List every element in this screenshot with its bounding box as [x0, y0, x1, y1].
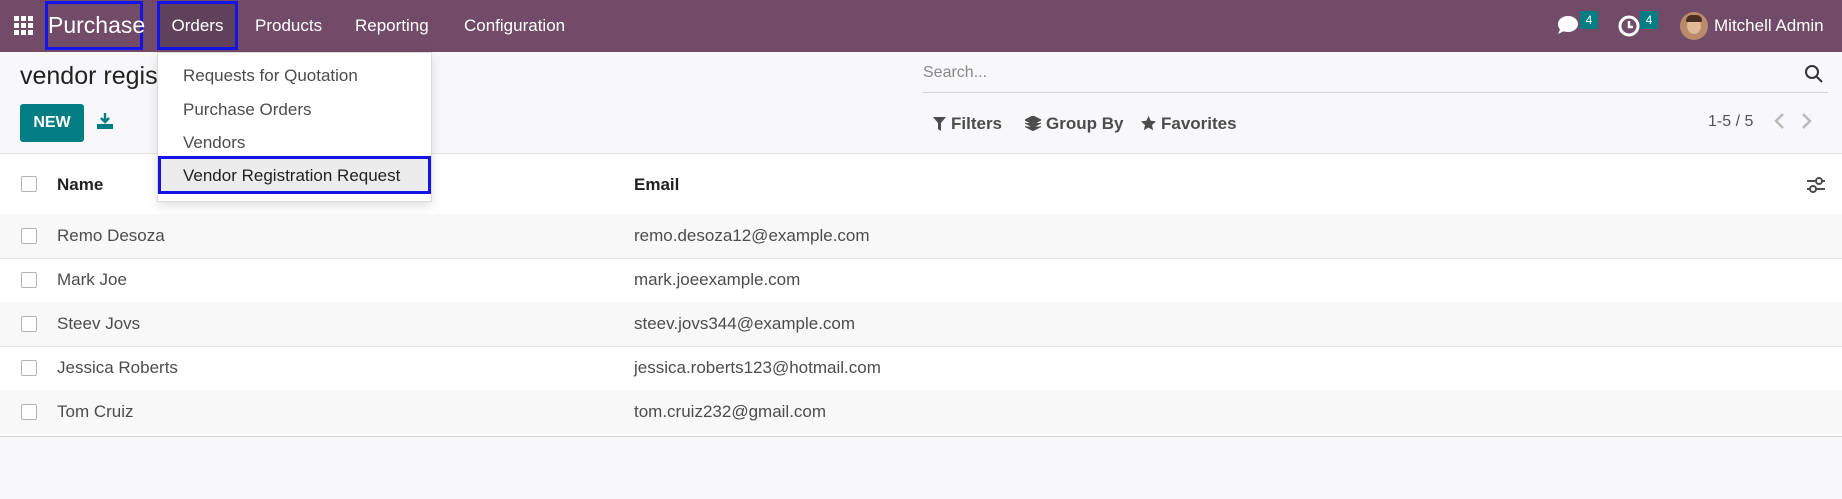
- table-row[interactable]: Jessica Roberts jessica.roberts123@hotma…: [0, 346, 1842, 391]
- row-checkbox[interactable]: [21, 228, 37, 244]
- table-row[interactable]: Remo Desoza remo.desoza12@example.com: [0, 214, 1842, 259]
- filters-label: Filters: [951, 114, 1003, 133]
- group-by-button[interactable]: Group By: [1023, 114, 1124, 134]
- app-menu-grid-icon[interactable]: [14, 16, 34, 36]
- user-name[interactable]: Mitchell Admin: [1714, 0, 1824, 52]
- cell-email: tom.cruiz232@gmail.com: [634, 402, 827, 421]
- layers-icon: [1023, 115, 1043, 132]
- menu-item-label: Vendor Registration Request: [183, 166, 401, 185]
- menu-item-vendor-registration-request[interactable]: Vendor Registration Request: [158, 156, 431, 194]
- column-header-email[interactable]: Email: [634, 175, 679, 195]
- search-icon[interactable]: [1804, 64, 1824, 84]
- favorites-button[interactable]: Favorites: [1141, 114, 1237, 134]
- cell-email: remo.desoza12@example.com: [634, 226, 870, 245]
- filter-icon: [933, 117, 946, 131]
- search-input[interactable]: Search...: [923, 64, 987, 82]
- favorites-label: Favorites: [1161, 114, 1237, 133]
- table-row[interactable]: Mark Joe mark.joeexample.com: [0, 258, 1842, 303]
- column-settings-icon[interactable]: [1806, 176, 1826, 194]
- menu-item-requests-for-quotation[interactable]: Requests for Quotation: [183, 66, 358, 86]
- cell-email: jessica.roberts123@hotmail.com: [634, 358, 881, 377]
- row-checkbox[interactable]: [21, 360, 37, 376]
- chat-icon[interactable]: [1555, 12, 1581, 38]
- activities-badge: 4: [1640, 11, 1658, 29]
- download-icon[interactable]: [96, 112, 114, 130]
- cell-name: Mark Joe: [57, 270, 127, 289]
- cell-email: steev.jovs344@example.com: [634, 314, 856, 333]
- menu-products[interactable]: Products: [255, 0, 322, 52]
- page-title: vendor regist: [20, 62, 165, 90]
- chevron-right-icon[interactable]: [1799, 111, 1813, 131]
- select-all-checkbox[interactable]: [21, 176, 37, 192]
- group-by-label: Group By: [1046, 114, 1124, 133]
- app-brand[interactable]: Purchase: [45, 1, 145, 50]
- column-header-name[interactable]: Name: [57, 175, 103, 195]
- clock-icon[interactable]: [1616, 12, 1642, 38]
- chevron-left-icon[interactable]: [1773, 111, 1787, 131]
- menu-reporting[interactable]: Reporting: [355, 0, 429, 52]
- cell-name: Tom Cruiz: [57, 402, 134, 421]
- pager-value[interactable]: 1-5 / 5: [1708, 113, 1753, 131]
- row-checkbox[interactable]: [21, 404, 37, 420]
- menu-item-purchase-orders[interactable]: Purchase Orders: [183, 100, 312, 120]
- cell-name: Remo Desoza: [57, 226, 165, 245]
- table-row[interactable]: Steev Jovs steev.jovs344@example.com: [0, 302, 1842, 347]
- user-avatar[interactable]: [1680, 12, 1708, 40]
- search-bar[interactable]: Search...: [922, 58, 1828, 93]
- menu-item-vendors[interactable]: Vendors: [183, 133, 245, 153]
- top-navbar: Purchase Orders Products Reporting Confi…: [0, 0, 1842, 52]
- filters-button[interactable]: Filters: [933, 114, 1002, 134]
- orders-dropdown-menu: Requests for Quotation Purchase Orders V…: [157, 52, 432, 202]
- star-icon: [1141, 116, 1156, 131]
- menu-configuration[interactable]: Configuration: [464, 0, 565, 52]
- table-row[interactable]: Tom Cruiz tom.cruiz232@gmail.com: [0, 390, 1842, 434]
- new-button[interactable]: NEW: [20, 104, 84, 142]
- menu-orders[interactable]: Orders: [157, 1, 238, 50]
- cell-email: mark.joeexample.com: [634, 270, 801, 289]
- row-checkbox[interactable]: [21, 316, 37, 332]
- cell-name: Jessica Roberts: [57, 358, 178, 377]
- row-checkbox[interactable]: [21, 272, 37, 288]
- messages-badge: 4: [1580, 11, 1598, 29]
- cell-name: Steev Jovs: [57, 314, 141, 333]
